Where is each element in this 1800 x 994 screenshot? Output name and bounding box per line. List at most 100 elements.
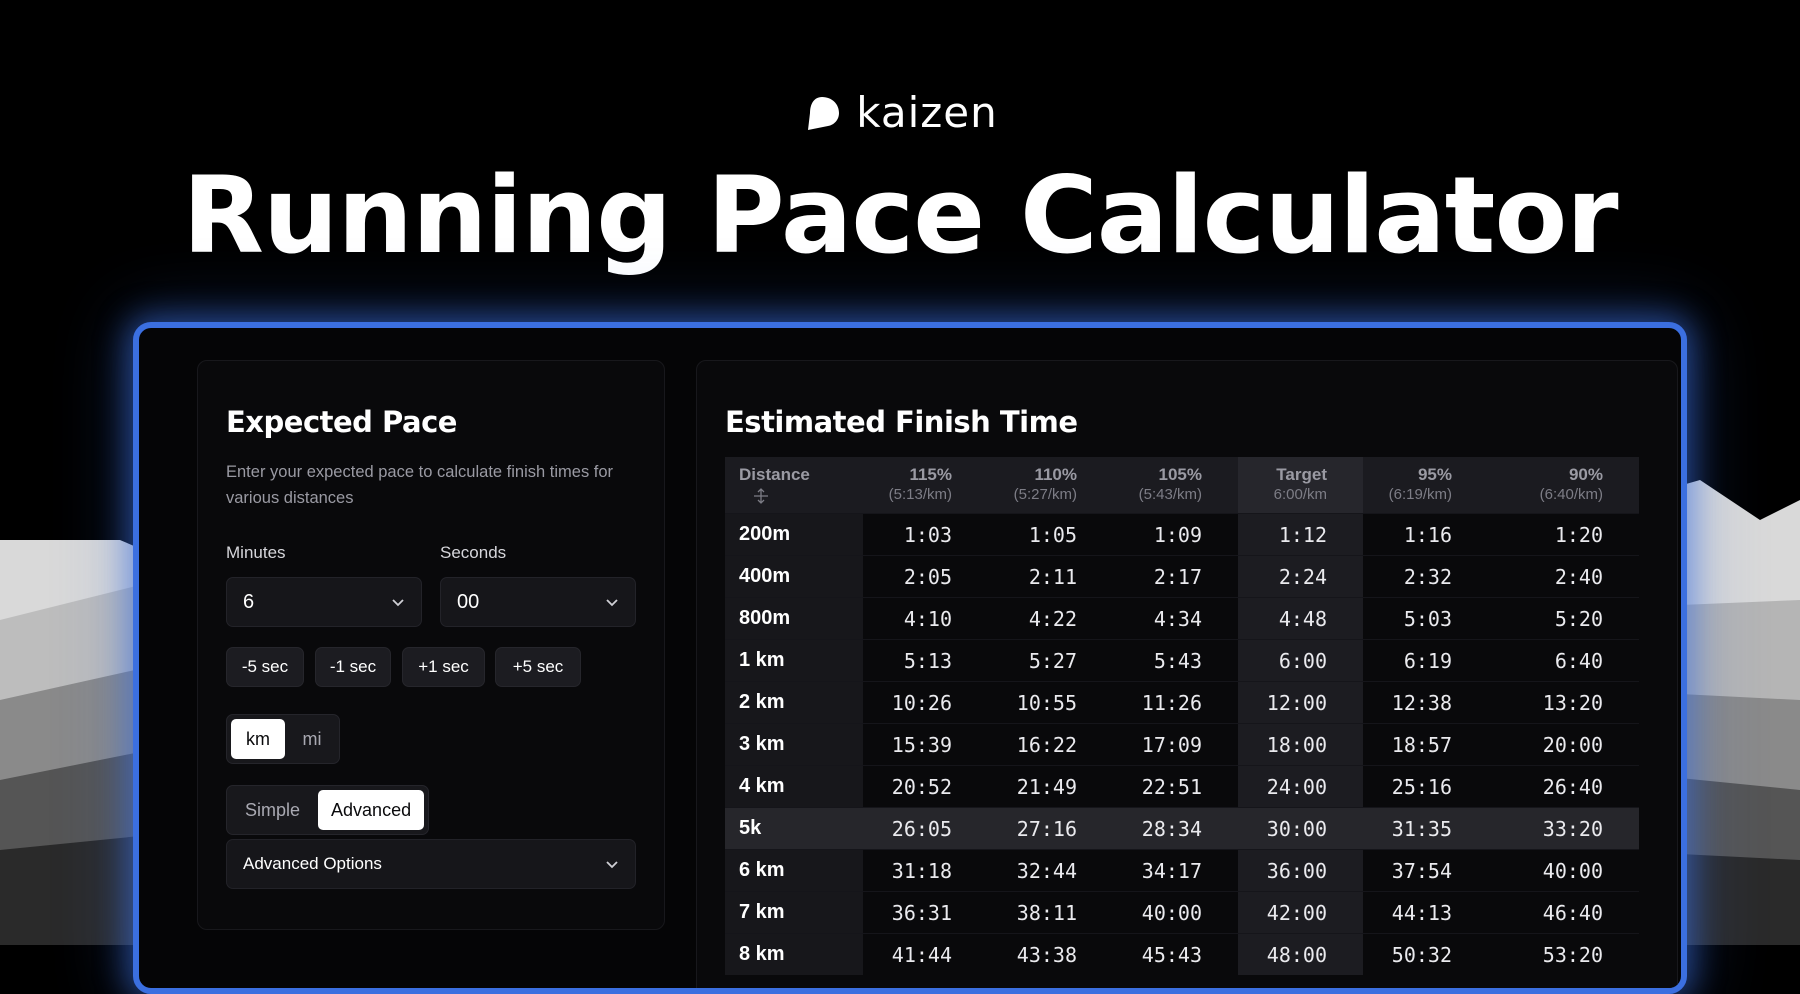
finish-time-cell: 16:22 bbox=[988, 723, 1113, 766]
table-row: 3 km 15:39 16:22 17:09 18:00 18:57 20:00 bbox=[725, 723, 1639, 766]
distance-cell: 5k bbox=[725, 807, 863, 850]
column-header-pct: 90% bbox=[1568, 465, 1603, 484]
finish-time-cell: 2:11 bbox=[988, 555, 1113, 598]
finish-time-panel: Estimated Finish Time Distance 115% (5:13… bbox=[696, 360, 1678, 988]
minutes-select[interactable]: 6 bbox=[226, 577, 422, 627]
column-header-pace: 6:00/km bbox=[1273, 486, 1327, 503]
minutes-value: 6 bbox=[243, 590, 255, 613]
column-header-95: 95% (6:19/km) bbox=[1363, 457, 1488, 514]
distance-cell: 8 km bbox=[725, 933, 863, 975]
column-header-pace: (6:19/km) bbox=[1388, 486, 1452, 503]
finish-time-cell: 26:40 bbox=[1488, 765, 1639, 808]
brand-header: kaizen bbox=[0, 88, 1800, 137]
finish-time-cell: 28:34 bbox=[1113, 807, 1238, 850]
sort-icon[interactable] bbox=[753, 487, 769, 504]
unit-mi-option[interactable]: mi bbox=[289, 719, 335, 759]
unit-km-option[interactable]: km bbox=[231, 719, 285, 759]
finish-time-cell: 20:52 bbox=[863, 765, 988, 808]
finish-time-cell: 26:05 bbox=[863, 807, 988, 850]
table-row: 5k 26:05 27:16 28:34 30:00 31:35 33:20 bbox=[725, 807, 1639, 850]
column-header-pace: (5:13/km) bbox=[888, 486, 952, 503]
advanced-options-accordion[interactable]: Advanced Options bbox=[226, 839, 636, 889]
finish-time-cell: 6:00 bbox=[1238, 639, 1363, 682]
finish-time-cell: 40:00 bbox=[1113, 891, 1238, 934]
finish-time-cell: 31:35 bbox=[1363, 807, 1488, 850]
column-header-pace: (6:40/km) bbox=[1539, 486, 1603, 503]
column-header-pct: Target bbox=[1276, 465, 1327, 484]
finish-time-cell: 5:20 bbox=[1488, 597, 1639, 640]
finish-time-cell: 12:00 bbox=[1238, 681, 1363, 724]
finish-time-table: Distance 115% (5:13/km) 110% (5:27/km) 105… bbox=[725, 457, 1639, 975]
finish-time-cell: 30:00 bbox=[1238, 807, 1363, 850]
distance-cell: 2 km bbox=[725, 681, 863, 724]
finish-time-cell: 1:16 bbox=[1363, 513, 1488, 556]
minus-5-sec-button[interactable]: -5 sec bbox=[226, 647, 304, 687]
page-title: Running Pace Calculator bbox=[182, 154, 1618, 277]
finish-time-cell: 53:20 bbox=[1488, 933, 1639, 975]
finish-time-cell: 50:32 bbox=[1363, 933, 1488, 975]
finish-time-cell: 4:22 bbox=[988, 597, 1113, 640]
chevron-down-icon bbox=[392, 599, 404, 607]
finish-time-cell: 34:17 bbox=[1113, 849, 1238, 892]
column-header-105: 105% (5:43/km) bbox=[1113, 457, 1238, 514]
finish-time-cell: 33:20 bbox=[1488, 807, 1639, 850]
table-row: 400m 2:05 2:11 2:17 2:24 2:32 2:40 bbox=[725, 555, 1639, 598]
seconds-select[interactable]: 00 bbox=[440, 577, 636, 627]
plus-1-sec-button[interactable]: +1 sec bbox=[402, 647, 485, 687]
column-header-pct: 95% bbox=[1417, 465, 1452, 484]
plus-5-sec-button[interactable]: +5 sec bbox=[495, 647, 581, 687]
chevron-down-icon bbox=[606, 599, 618, 607]
finish-time-cell: 5:27 bbox=[988, 639, 1113, 682]
expected-pace-subtitle: Enter your expected pace to calculate fi… bbox=[226, 463, 614, 507]
finish-time-cell: 31:18 bbox=[863, 849, 988, 892]
brand-name: kaizen bbox=[856, 88, 998, 137]
distance-cell: 400m bbox=[725, 555, 863, 598]
finish-time-cell: 38:11 bbox=[988, 891, 1113, 934]
finish-time-cell: 13:20 bbox=[1488, 681, 1639, 724]
table-row: 1 km 5:13 5:27 5:43 6:00 6:19 6:40 bbox=[725, 639, 1639, 682]
finish-time-cell: 17:09 bbox=[1113, 723, 1238, 766]
finish-time-cell: 6:40 bbox=[1488, 639, 1639, 682]
seconds-value: 00 bbox=[457, 590, 480, 613]
finish-time-cell: 2:24 bbox=[1238, 555, 1363, 598]
finish-time-cell: 5:13 bbox=[863, 639, 988, 682]
finish-time-cell: 5:03 bbox=[1363, 597, 1488, 640]
table-row: 6 km 31:18 32:44 34:17 36:00 37:54 40:00 bbox=[725, 849, 1639, 892]
finish-time-cell: 4:10 bbox=[863, 597, 988, 640]
minutes-label: Minutes bbox=[226, 543, 286, 562]
finish-time-cell: 2:05 bbox=[863, 555, 988, 598]
finish-time-table-body: 200m 1:03 1:05 1:09 1:12 1:16 1:20 400m 2:05 2:11… bbox=[725, 513, 1639, 975]
column-header-110: 110% (5:27/km) bbox=[988, 457, 1113, 514]
finish-time-cell: 1:12 bbox=[1238, 513, 1363, 556]
distance-cell: 7 km bbox=[725, 891, 863, 934]
finish-time-cell: 36:00 bbox=[1238, 849, 1363, 892]
distance-cell: 800m bbox=[725, 597, 863, 640]
finish-time-cell: 40:00 bbox=[1488, 849, 1639, 892]
finish-time-cell: 15:39 bbox=[863, 723, 988, 766]
app-window: Expected Pace Enter your expected pace t… bbox=[133, 322, 1687, 994]
minus-1-sec-button[interactable]: -1 sec bbox=[315, 647, 391, 687]
finish-time-cell: 21:49 bbox=[988, 765, 1113, 808]
expected-pace-title: Expected Pace bbox=[226, 405, 457, 439]
mode-advanced-option[interactable]: Advanced bbox=[318, 790, 424, 830]
table-row: 2 km 10:26 10:55 11:26 12:00 12:38 13:20 bbox=[725, 681, 1639, 724]
column-header-pace: (5:43/km) bbox=[1138, 486, 1202, 503]
finish-time-cell: 48:00 bbox=[1238, 933, 1363, 975]
column-header-distance[interactable]: Distance bbox=[725, 457, 863, 514]
distance-cell: 4 km bbox=[725, 765, 863, 808]
mode-simple-option[interactable]: Simple bbox=[231, 790, 314, 830]
finish-time-cell: 10:26 bbox=[863, 681, 988, 724]
advanced-options-label: Advanced Options bbox=[243, 854, 382, 873]
finish-time-cell: 6:19 bbox=[1363, 639, 1488, 682]
column-header-pct: 105% bbox=[1158, 465, 1202, 484]
finish-time-cell: 37:54 bbox=[1363, 849, 1488, 892]
finish-time-cell: 42:00 bbox=[1238, 891, 1363, 934]
column-header-pace: (5:27/km) bbox=[1013, 486, 1077, 503]
column-header-pct: 110% bbox=[1034, 465, 1077, 484]
finish-time-cell: 12:38 bbox=[1363, 681, 1488, 724]
finish-time-cell: 2:40 bbox=[1488, 555, 1639, 598]
finish-time-cell: 44:13 bbox=[1363, 891, 1488, 934]
table-row: 800m 4:10 4:22 4:34 4:48 5:03 5:20 bbox=[725, 597, 1639, 640]
chevron-down-icon bbox=[606, 861, 618, 869]
distance-cell: 200m bbox=[725, 513, 863, 556]
